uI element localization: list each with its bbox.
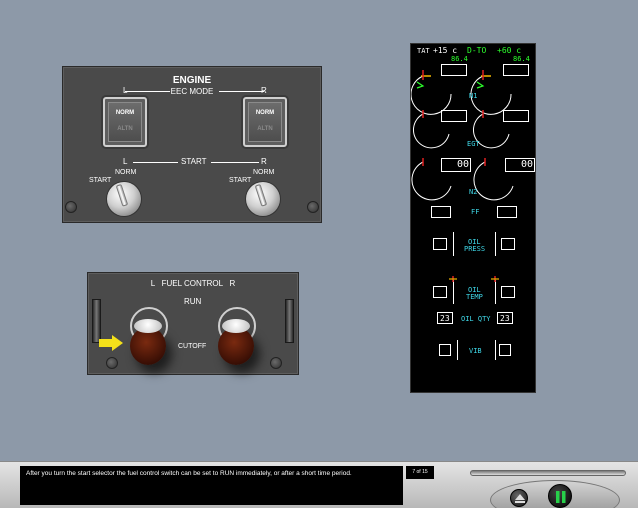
n1-label: N1 (469, 92, 478, 100)
screw (270, 357, 282, 369)
run-label: RUN (184, 297, 202, 306)
pause-button[interactable] (548, 484, 572, 508)
vib-right-bar (495, 340, 496, 360)
oil-temp-label-2: TEMP (466, 293, 483, 301)
screw (307, 201, 319, 213)
eec-right-altn-label: ALTN (257, 126, 273, 132)
eject-button[interactable] (510, 489, 528, 507)
eicas-display: TAT +15 c D-TO +60 c 86.4 86.4 N1 EGT 00… (410, 43, 536, 393)
progress-bar[interactable] (470, 470, 626, 476)
vib-left-box (439, 344, 451, 356)
oil-qty-right-value: 23 (500, 314, 510, 323)
divider (211, 162, 259, 163)
eec-mode-label: EEC MODE (170, 87, 214, 96)
engine-panel: ENGINE L R EEC MODE NORM ALTN NORM ALTN … (62, 66, 322, 223)
knob-left-start-label: START (89, 177, 112, 184)
start-selector-right-knob[interactable] (246, 182, 280, 216)
knob-pointer (115, 183, 129, 207)
divider (133, 162, 178, 163)
tat-label: TAT (417, 47, 430, 55)
lever-cap (134, 319, 162, 333)
thrust-mode-temp: +60 c (497, 46, 522, 55)
n1-limit-right: 86.4 (513, 55, 530, 63)
start-selector-left-knob[interactable] (107, 182, 141, 216)
vib-right-box (499, 344, 511, 356)
eec-left-altn-label: ALTN (117, 126, 133, 132)
knob-left-norm-label: NORM (115, 169, 137, 176)
oil-press-right-bar (495, 232, 496, 256)
oil-press-label-2: PRESS (464, 245, 486, 253)
thrust-mode: D-TO (467, 46, 487, 55)
oil-qty-label: OIL QTY (461, 315, 491, 323)
vib-left-bar (457, 340, 458, 360)
eec-left-norm-label: NORM (115, 110, 135, 116)
cutoff-label: CUTOFF (178, 343, 207, 350)
engine-title: ENGINE (172, 75, 212, 86)
eject-icon (515, 494, 525, 503)
button-face (108, 102, 142, 142)
pause-icon (556, 491, 566, 503)
page-indicator: 7 of 15 (406, 466, 434, 479)
start-right-label: R (261, 157, 267, 166)
ff-label: FF (471, 208, 480, 216)
oil-qty-left-value: 23 (440, 314, 450, 323)
oil-press-left-bar (453, 232, 454, 256)
eec-mode-right-button[interactable]: NORM ALTN (243, 97, 287, 147)
lever-guard-right (285, 299, 294, 343)
oil-temp-marks (449, 276, 499, 282)
screw (65, 201, 77, 213)
oil-press-left-box (433, 238, 447, 250)
fuel-control-title: L FUEL CONTROL R (150, 279, 236, 288)
start-left-label: L (123, 157, 128, 166)
n2-label: N2 (469, 188, 478, 196)
yellow-arrow-icon (99, 335, 123, 351)
n1-limit-left: 86.4 (451, 55, 468, 63)
start-label: START (181, 157, 207, 166)
button-face (248, 102, 282, 142)
screw (106, 357, 118, 369)
knob-right-start-label: START (229, 177, 252, 184)
ff-left-box (431, 206, 451, 218)
knob-right-norm-label: NORM (253, 169, 275, 176)
tat-value: +15 c (433, 46, 458, 55)
oil-temp-right-box (501, 286, 515, 298)
eec-right-norm-label: NORM (255, 110, 275, 116)
oil-press-right-box (501, 238, 515, 250)
egt-label: EGT (467, 140, 480, 148)
ff-right-box (497, 206, 517, 218)
vib-label: VIB (469, 347, 482, 355)
lever-cap (222, 319, 250, 333)
fuel-control-panel: L FUEL CONTROL R RUN CUTOFF (87, 272, 299, 375)
knob-pointer (254, 183, 268, 207)
instruction-message: After you turn the start selector the fu… (20, 466, 403, 505)
eec-mode-left-button[interactable]: NORM ALTN (103, 97, 147, 147)
oil-temp-left-box (433, 286, 447, 298)
